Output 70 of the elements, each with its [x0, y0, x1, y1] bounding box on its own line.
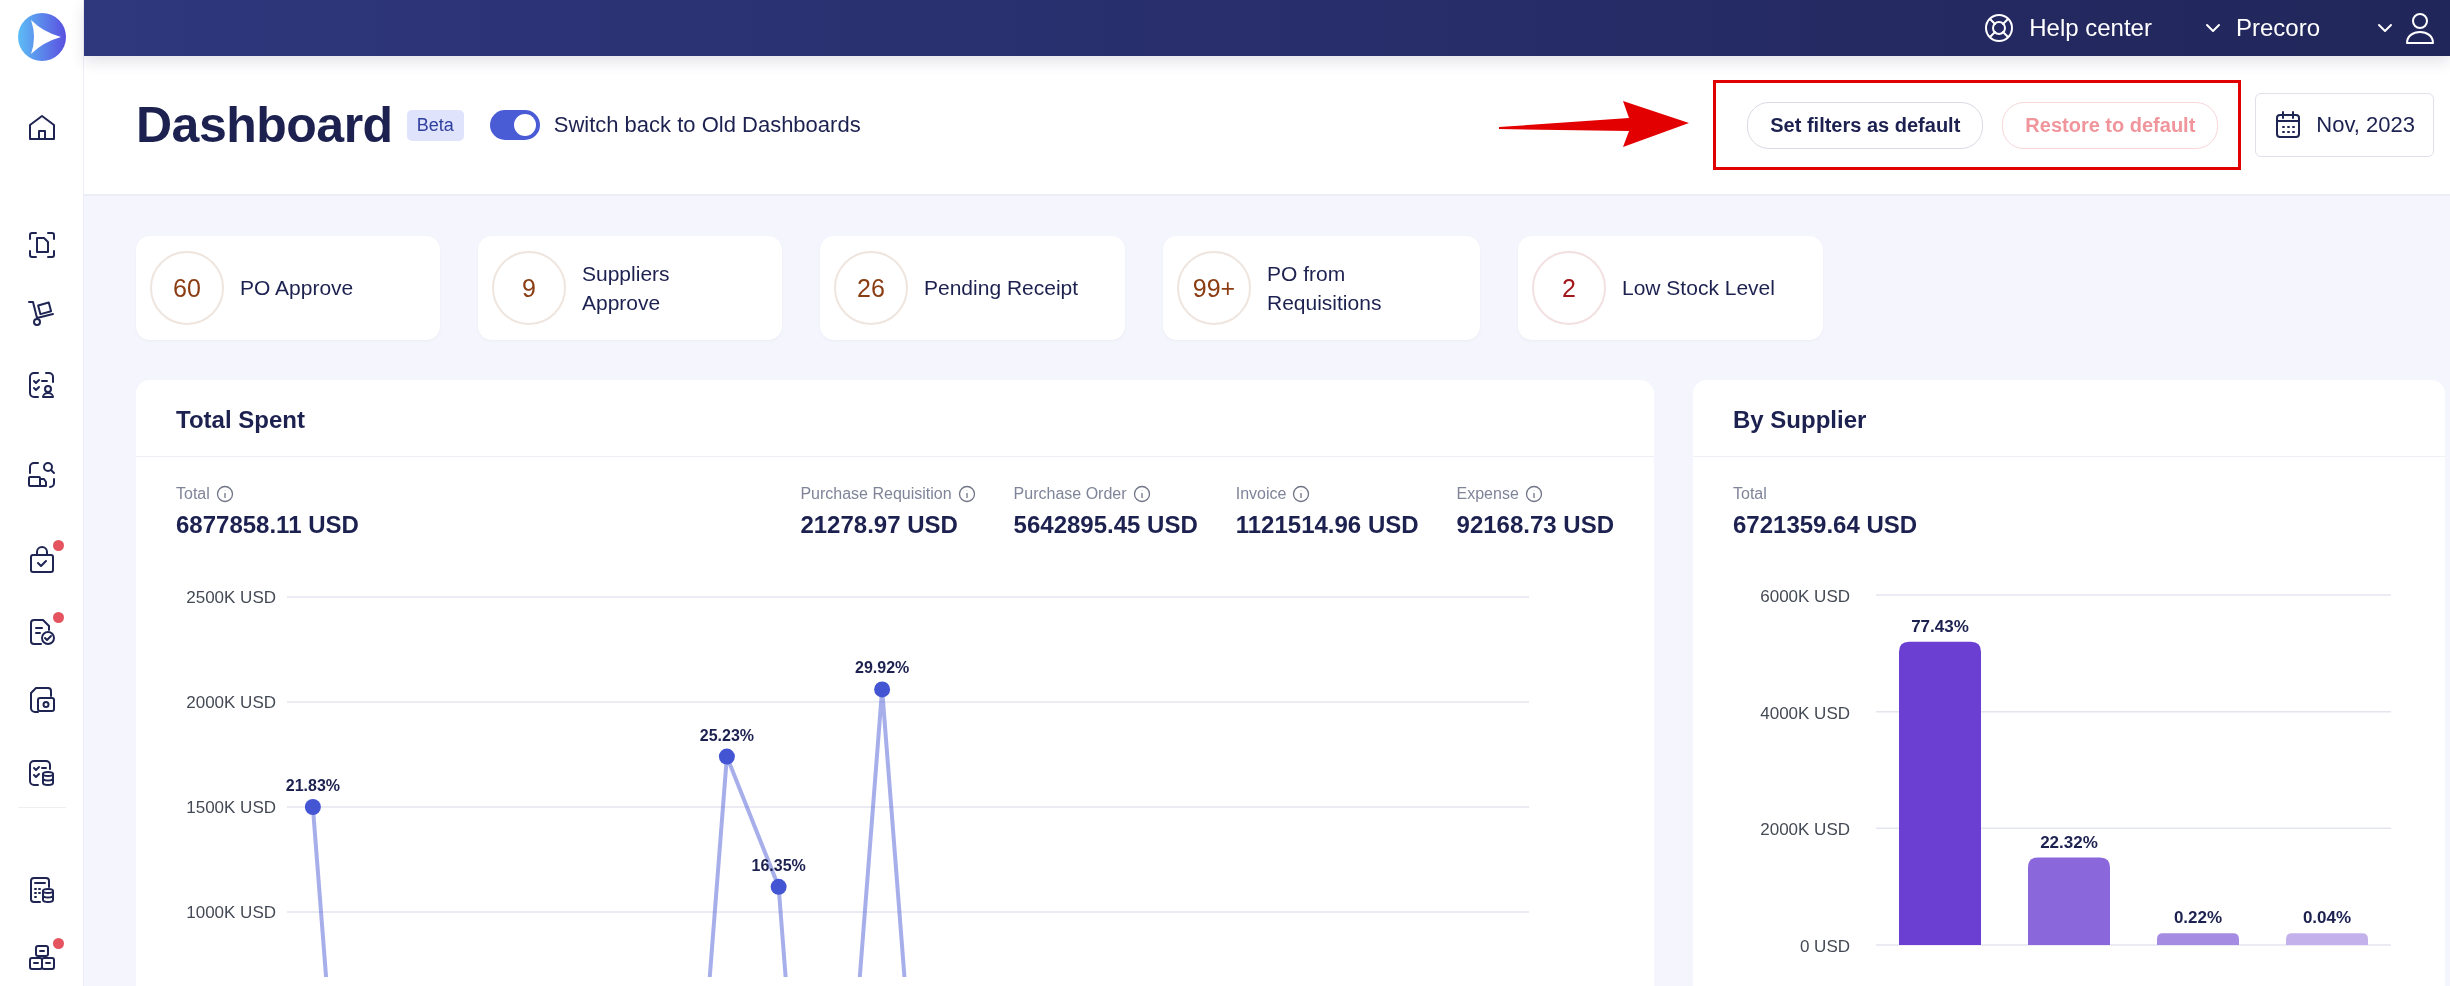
task-count: 60 [150, 251, 224, 325]
data-point [304, 799, 321, 815]
sidebar-link[interactable] [25, 459, 58, 491]
axis-label: 2000K USD [1760, 820, 1850, 840]
toggle-switch[interactable] [489, 110, 540, 140]
task-count: 99+ [1177, 251, 1251, 325]
task-label: Low Stock Level [1622, 275, 1775, 302]
info-icon[interactable] [1524, 485, 1543, 503]
stat-value: 6877858.11 USD [176, 511, 359, 539]
axis-label: 4000K USD [1760, 703, 1850, 723]
truck-search-icon [25, 459, 58, 491]
task-label: Pending Receipt [924, 275, 1079, 302]
set-default-button[interactable]: Set filters as default [1747, 102, 1984, 149]
lifebuoy-icon [1983, 12, 2016, 44]
stat-label: Invoice [1235, 485, 1287, 503]
axis-label: 1000K USD [186, 903, 276, 922]
stat-label: Purchase Requisition [800, 485, 952, 503]
axis-label: 2000K USD [186, 693, 276, 712]
data-label: 16.35% [751, 856, 806, 874]
data-label: 0.04% [2302, 908, 2352, 928]
task-card[interactable]: 99+ PO from Requisitions [1163, 236, 1480, 340]
task-count: 2 [1532, 251, 1606, 325]
axis-label: 2500K USD [186, 588, 276, 607]
data-point [770, 878, 787, 895]
data-label: 21.83% [285, 777, 340, 794]
stat-value: 6721359.64 USD [1733, 511, 1918, 539]
task-count: 26 [834, 251, 908, 325]
task-card[interactable]: 2 Low Stock Level [1518, 236, 1823, 340]
data-label: 22.32% [2040, 832, 2098, 852]
data-label: 29.92% [855, 659, 910, 677]
company-dropdown[interactable]: Precoro [2203, 14, 2320, 42]
data-label: 77.43% [1911, 616, 1969, 636]
stat-label: Expense [1456, 485, 1519, 503]
info-icon[interactable] [215, 485, 234, 503]
data-label: 25.23% [699, 726, 754, 744]
data-label: 0.22% [2173, 908, 2223, 928]
logo-icon[interactable] [16, 12, 67, 62]
card-title: Total Spent [136, 380, 1654, 457]
info-icon[interactable] [1132, 485, 1151, 503]
card-title: By Supplier [1693, 380, 2445, 457]
stat-value: 1121514.96 USD [1235, 511, 1419, 539]
chevron-down-icon [2203, 22, 2222, 34]
stat-value: 92168.73 USD [1456, 511, 1614, 539]
task-label: Suppliers Approve [582, 260, 671, 316]
axis-label: 0 USD [1799, 937, 1850, 956]
axis-label: 1500K USD [186, 798, 276, 817]
data-point [718, 748, 735, 765]
stat-value: 21278.97 USD [800, 511, 959, 539]
beta-badge: Beta [406, 109, 464, 141]
task-card[interactable]: 60 PO Approve [136, 236, 440, 340]
stat-label: Total [1733, 485, 1767, 503]
calendar-icon [2274, 110, 2303, 140]
data-point [874, 681, 891, 698]
task-label: PO from Requisitions [1267, 260, 1383, 316]
help-center-link[interactable]: Help center [1983, 12, 2152, 44]
task-label: PO Approve [240, 275, 354, 302]
task-card[interactable]: 9 Suppliers Approve [478, 236, 782, 340]
task-count: 9 [492, 251, 566, 325]
chevron-down-icon[interactable] [2376, 22, 2394, 34]
stat-label: Purchase Order [1013, 485, 1127, 503]
stat-value: 5642895.45 USD [1013, 511, 1198, 539]
toggle-label: Switch back to Old Dashboards [553, 112, 861, 138]
stat-label: Total [176, 485, 210, 503]
date-picker[interactable]: Nov, 2023 [2255, 93, 2434, 157]
user-icon[interactable] [2404, 11, 2436, 45]
task-card[interactable]: 26 Pending Receipt [820, 236, 1125, 340]
page-title: Dashboard [136, 96, 393, 154]
axis-label: 6000K USD [1760, 587, 1850, 606]
info-icon[interactable] [957, 485, 976, 503]
info-icon[interactable] [1292, 485, 1311, 503]
